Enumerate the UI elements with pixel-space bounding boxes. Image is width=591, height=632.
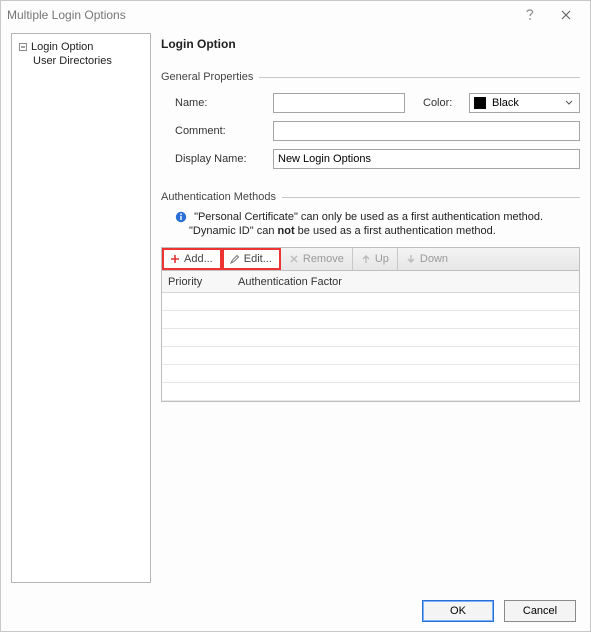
delete-icon (289, 254, 299, 264)
edit-button[interactable]: Edit... (222, 248, 281, 270)
divider (282, 197, 580, 198)
help-icon (525, 9, 535, 21)
auth-grid: Priority Authentication Factor (161, 271, 580, 402)
pencil-icon (230, 254, 240, 264)
tree-node-login-option[interactable]: Login Option (18, 40, 146, 54)
dialog-body: Login Option User Directories Login Opti… (1, 29, 590, 591)
remove-button[interactable]: Remove (281, 248, 353, 270)
down-button[interactable]: Down (398, 248, 456, 270)
tree-node-label: Login Option (31, 41, 93, 53)
button-label: Remove (303, 253, 344, 265)
row-display-name: Display Name: (161, 145, 580, 173)
main-panel: Login Option General Properties Name: Co… (161, 33, 580, 583)
tree-node-label: User Directories (33, 55, 112, 67)
button-label: Down (420, 253, 448, 265)
close-button[interactable] (548, 1, 584, 29)
hint-line-1: "Personal Certificate" can only be used … (161, 209, 580, 225)
hint-text-a: "Dynamic ID" can (189, 225, 278, 237)
row-comment: Comment: (161, 117, 580, 145)
cancel-button[interactable]: Cancel (504, 600, 576, 622)
collapse-icon (18, 42, 28, 52)
close-icon (561, 10, 571, 20)
table-row[interactable] (162, 383, 579, 401)
hint-text: "Personal Certificate" can only be used … (194, 211, 543, 223)
table-row[interactable] (162, 293, 579, 311)
add-button[interactable]: Add... (162, 248, 222, 270)
titlebar: Multiple Login Options (1, 1, 590, 29)
row-name: Name: Color: Black (161, 89, 580, 117)
display-name-input[interactable] (273, 149, 580, 169)
page-title: Login Option (161, 33, 580, 63)
section-label: General Properties (161, 71, 253, 83)
ok-button[interactable]: OK (422, 600, 494, 622)
dialog-footer: OK Cancel (1, 591, 590, 631)
display-name-label: Display Name: (175, 153, 265, 165)
dialog-window: Multiple Login Options Login Option User… (0, 0, 591, 632)
tree-node-user-directories[interactable]: User Directories (18, 54, 146, 68)
button-label: Up (375, 253, 389, 265)
table-row[interactable] (162, 311, 579, 329)
hint-text-b: not (278, 225, 295, 237)
section-auth-methods: Authentication Methods (161, 191, 580, 203)
color-swatch-icon (474, 97, 486, 109)
color-dropdown[interactable]: Black (469, 93, 580, 113)
col-auth-factor[interactable]: Authentication Factor (232, 276, 579, 288)
up-button[interactable]: Up (353, 248, 398, 270)
arrow-up-icon (361, 254, 371, 264)
window-title: Multiple Login Options (7, 8, 512, 22)
color-value: Black (492, 97, 519, 109)
comment-input[interactable] (273, 121, 580, 141)
button-label: Cancel (523, 605, 557, 617)
section-label: Authentication Methods (161, 191, 276, 203)
plus-icon (170, 254, 180, 264)
button-label: Add... (184, 253, 213, 265)
button-label: Edit... (244, 253, 272, 265)
arrow-down-icon (406, 254, 416, 264)
button-label: OK (450, 605, 466, 617)
auth-toolbar: Add... Edit... Remove Up Down (161, 247, 580, 271)
hint-text-c: be used as a first authentication method… (295, 225, 496, 237)
color-label: Color: (423, 97, 461, 109)
table-row[interactable] (162, 365, 579, 383)
table-row[interactable] (162, 329, 579, 347)
hint-line-2: "Dynamic ID" can not be used as a first … (161, 225, 580, 247)
comment-label: Comment: (175, 125, 265, 137)
name-label: Name: (175, 97, 265, 109)
grid-body (162, 293, 579, 401)
section-general-properties: General Properties (161, 71, 580, 83)
help-button[interactable] (512, 1, 548, 29)
table-row[interactable] (162, 347, 579, 365)
divider (259, 77, 580, 78)
chevron-down-icon (565, 97, 573, 109)
info-icon (175, 211, 187, 223)
grid-header: Priority Authentication Factor (162, 271, 579, 293)
col-priority[interactable]: Priority (162, 276, 232, 288)
name-input[interactable] (273, 93, 405, 113)
nav-tree[interactable]: Login Option User Directories (11, 33, 151, 583)
